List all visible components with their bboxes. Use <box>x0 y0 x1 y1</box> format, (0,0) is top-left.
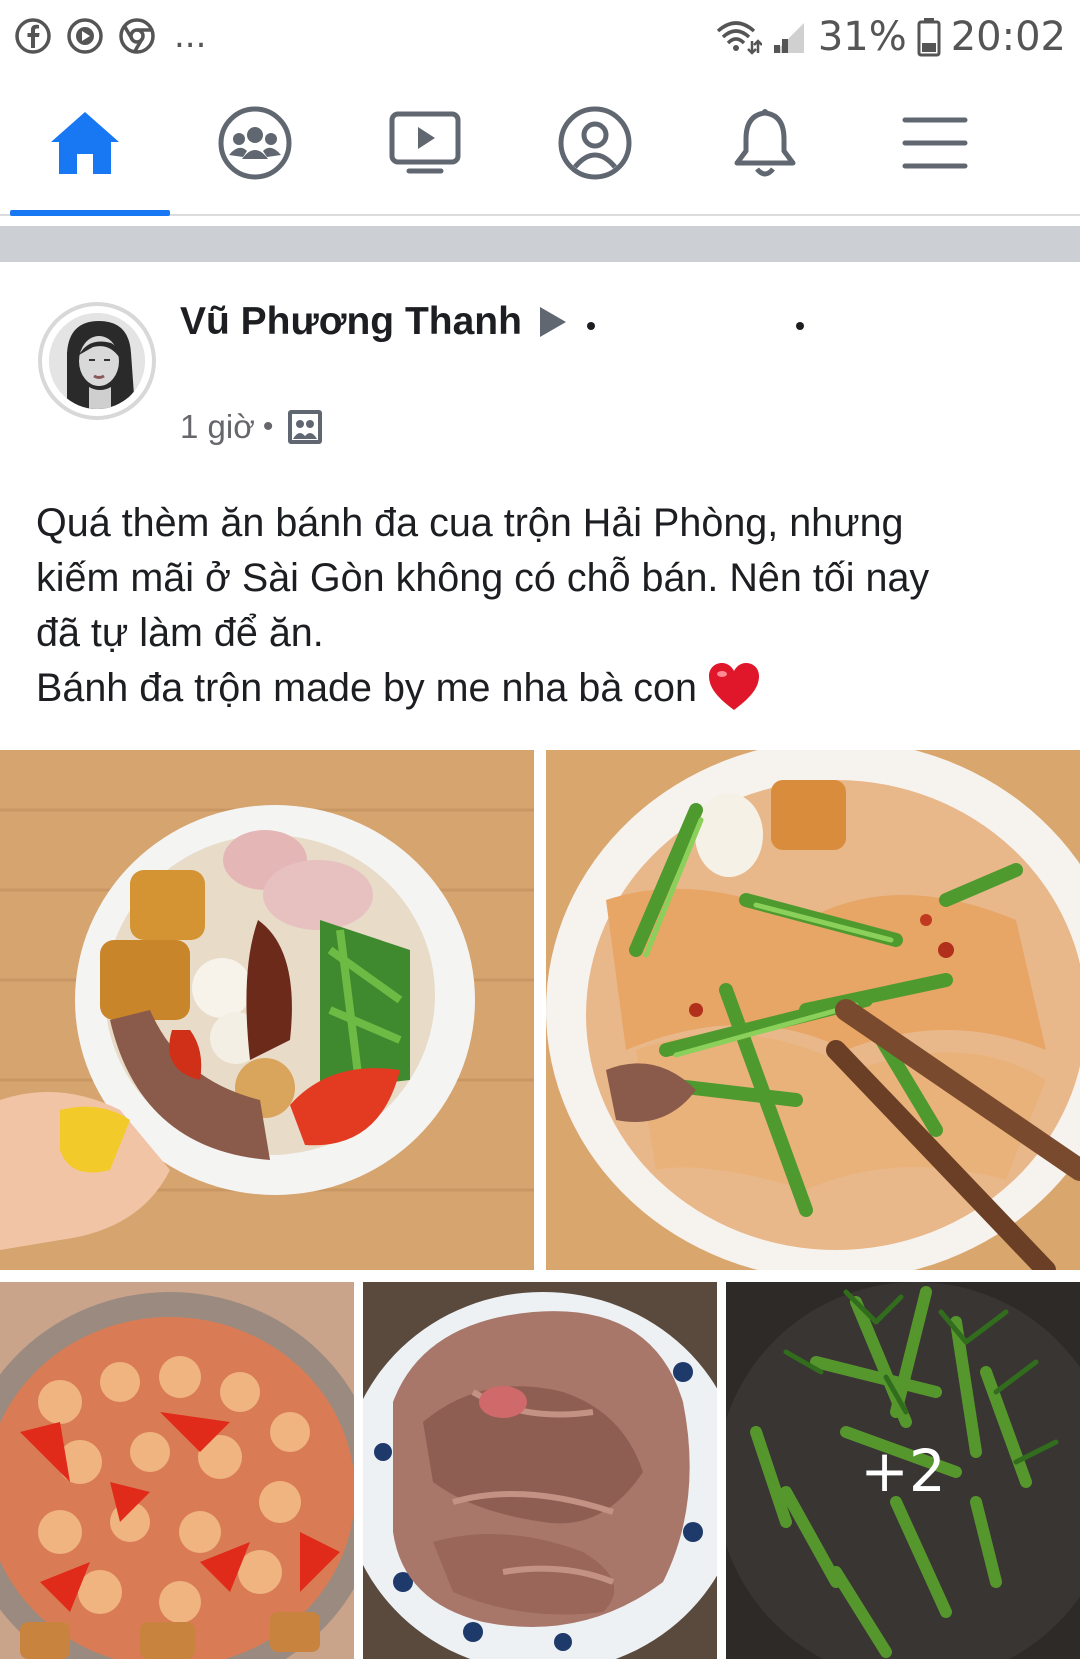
status-bar-left: ... <box>14 17 206 55</box>
heart-emoji-icon <box>708 662 759 710</box>
post-photo-2[interactable] <box>546 750 1080 1270</box>
group-audience-icon[interactable] <box>287 409 323 445</box>
post-body: Quá thèm ăn bánh đa cua trộn Hải Phòng, … <box>36 496 1046 716</box>
more-photos-overlay[interactable]: +2 <box>726 1282 1080 1659</box>
post-line: kiếm mãi ở Sài Gòn không có chỗ bán. Nên… <box>36 556 930 600</box>
photo-beef-plate <box>363 1282 717 1659</box>
clock: 20:02 <box>950 14 1066 60</box>
tab-groups[interactable] <box>210 98 300 188</box>
tab-menu[interactable] <box>890 98 980 188</box>
shared-to-arrow-icon <box>539 307 566 337</box>
photo-mixed-noodles <box>546 750 1080 1270</box>
feed-separator <box>0 226 1080 262</box>
video-icon <box>389 111 461 174</box>
post-line: Quá thèm ăn bánh đa cua trộn Hải Phòng, … <box>36 501 904 545</box>
battery-percentage: 31% <box>817 14 907 60</box>
photo-fishball-pot <box>0 1282 354 1659</box>
post-photo-5[interactable]: +2 <box>726 1282 1080 1659</box>
menu-icon <box>902 117 968 169</box>
redacted-mark <box>796 322 804 330</box>
groups-icon <box>218 106 292 180</box>
post-meta: 1 giờ • <box>180 408 323 446</box>
home-icon <box>51 112 119 174</box>
more-photos-count: +2 <box>860 1436 946 1505</box>
photo-bowl-top-view <box>0 750 534 1270</box>
post-line: Bánh đa trộn made by me nha bà con <box>36 666 697 710</box>
profile-icon <box>558 106 632 180</box>
tab-home[interactable] <box>40 98 130 188</box>
post-line-last: Bánh đa trộn made by me nha bà con <box>36 661 1046 716</box>
avatar[interactable] <box>38 302 156 420</box>
bell-icon <box>734 109 796 177</box>
signal-icon <box>773 23 804 53</box>
messenger-video-icon <box>67 18 103 54</box>
tab-watch[interactable] <box>380 98 470 188</box>
status-bar: ... 31% 20:02 <box>0 0 1080 76</box>
avatar-portrait <box>49 313 145 409</box>
author-name[interactable]: Vũ Phương Thanh <box>180 300 522 344</box>
status-overflow: ... <box>174 16 207 56</box>
post-photo-1[interactable] <box>0 750 534 1270</box>
battery-icon <box>917 18 941 57</box>
chrome-icon <box>119 18 155 54</box>
post-photo-4[interactable] <box>363 1282 717 1659</box>
top-nav-bar <box>0 76 1080 216</box>
post-author-line: Vũ Phương Thanh <box>180 300 568 344</box>
meta-separator: • <box>262 410 274 443</box>
active-tab-indicator <box>10 210 170 216</box>
avatar-photo <box>49 313 145 409</box>
post-photo-3[interactable] <box>0 1282 354 1659</box>
post-line: đã tự làm để ăn. <box>36 611 324 655</box>
post-time[interactable]: 1 giờ <box>180 408 255 446</box>
tab-profile[interactable] <box>550 98 640 188</box>
wifi-icon <box>716 21 762 55</box>
facebook-icon <box>15 18 51 54</box>
redacted-mark <box>587 322 595 330</box>
tab-notifications[interactable] <box>720 98 810 188</box>
status-bar-right: 31% 20:02 <box>714 14 1066 60</box>
